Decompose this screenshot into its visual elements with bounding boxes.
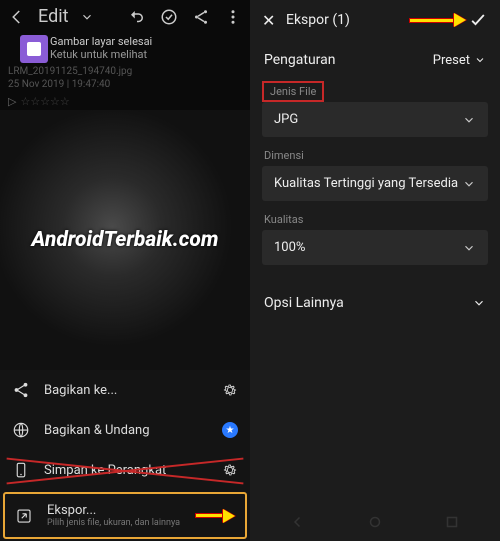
edit-title: Edit	[38, 6, 68, 27]
settings-header-row: Pengaturan Preset	[250, 40, 500, 80]
quality-select[interactable]: 100%	[262, 230, 488, 265]
notification-row[interactable]: Gambar layar selesai Ketuk untuk melihat	[0, 33, 250, 63]
filename-text: LRM_20191125_194740.jpg	[8, 65, 242, 78]
share-to-label: Bagikan ke...	[44, 383, 208, 398]
bottom-nav	[250, 503, 500, 541]
star-badge-icon: ★	[222, 422, 238, 438]
undo-icon[interactable]	[128, 8, 146, 26]
watermark-text: AndroidTerbaik.com	[32, 228, 219, 252]
other-options-label: Opsi Lainnya	[264, 295, 344, 311]
export-label: Ekspor...	[47, 503, 96, 518]
device-icon	[12, 461, 30, 479]
rating-stars[interactable]: ☆☆☆☆☆	[20, 95, 69, 108]
nav-back-icon[interactable]	[289, 513, 307, 531]
share-icon	[12, 381, 30, 399]
chevron-down-icon	[474, 54, 486, 66]
share-icon[interactable]	[192, 8, 210, 26]
notification-title: Gambar layar selesai	[50, 35, 152, 48]
save-device-row[interactable]: Simpan ke Perangkat	[0, 450, 250, 490]
more-icon[interactable]	[224, 8, 242, 26]
dimension-select[interactable]: Kualitas Tertinggi yang Tersedia	[262, 166, 488, 201]
quality-label: Kualitas	[250, 207, 500, 230]
share-invite-row[interactable]: Bagikan & Undang ★	[0, 410, 250, 450]
chevron-down-icon	[462, 113, 476, 127]
chevron-down-icon	[462, 241, 476, 255]
gear-icon[interactable]	[222, 382, 238, 398]
cloud-check-icon[interactable]	[160, 8, 178, 26]
export-sublabel: Pilih jenis file, ukuran, dan lainnya	[47, 518, 235, 528]
close-icon[interactable]: ✕	[262, 11, 278, 30]
save-device-label: Simpan ke Perangkat	[44, 463, 208, 478]
export-title: Ekspor (1)	[286, 12, 350, 28]
other-options-row[interactable]: Opsi Lainnya	[250, 283, 500, 323]
notification-thumb	[20, 35, 48, 63]
preset-dropdown[interactable]: Preset	[433, 53, 486, 68]
file-type-label: Jenis File	[262, 81, 324, 102]
chevron-down-icon	[472, 296, 486, 310]
quality-value: 100%	[274, 240, 305, 255]
nav-home-icon[interactable]	[366, 513, 384, 531]
dimension-value: Kualitas Tertinggi yang Tersedia	[274, 176, 458, 191]
dimension-label: Dimensi	[250, 143, 500, 166]
notification-subtitle: Ketuk untuk melihat	[50, 48, 152, 61]
timestamp-text: 25 Nov 2019 | 19:47:40	[8, 78, 242, 91]
back-icon[interactable]	[8, 8, 26, 26]
export-icon	[15, 507, 33, 525]
share-invite-label: Bagikan & Undang	[44, 423, 208, 438]
file-type-value: JPG	[274, 112, 298, 127]
chevron-down-icon[interactable]	[80, 10, 94, 24]
chevron-down-icon	[462, 177, 476, 191]
globe-icon	[12, 421, 30, 439]
image-preview[interactable]: AndroidTerbaik.com	[0, 110, 250, 370]
nav-recent-icon[interactable]	[443, 513, 461, 531]
share-to-row[interactable]: Bagikan ke...	[0, 370, 250, 410]
gear-icon[interactable]	[222, 462, 238, 478]
file-type-select[interactable]: JPG	[262, 102, 488, 137]
export-row[interactable]: Ekspor... Pilih jenis file, ukuran, dan …	[3, 492, 247, 539]
settings-label: Pengaturan	[264, 52, 336, 68]
confirm-icon[interactable]	[468, 10, 488, 30]
